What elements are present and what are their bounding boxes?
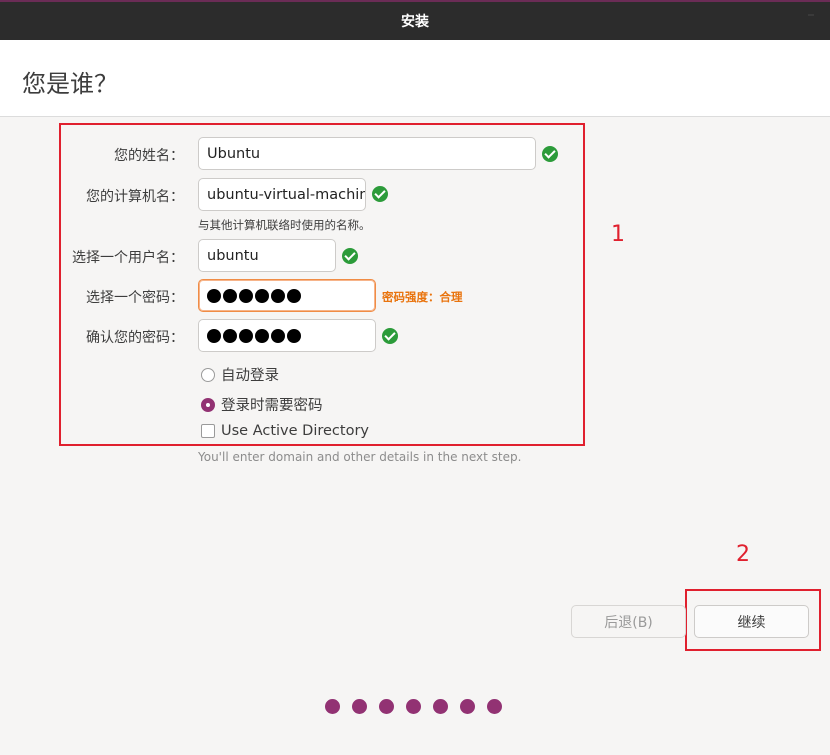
require-password-radio[interactable] [201, 397, 215, 412]
minimize-icon[interactable] [804, 14, 818, 28]
confirm-label: 确认您的密码： [86, 330, 184, 346]
page-title: 您是谁？ [22, 70, 118, 98]
name-value: Ubuntu [207, 145, 261, 162]
name-field[interactable]: Ubuntu [198, 137, 536, 170]
progress-dot [406, 699, 421, 714]
auto-login-label: 自动登录 [221, 368, 279, 384]
active-directory-hint: You'll enter domain and other details in… [198, 450, 522, 464]
password-field[interactable] [198, 279, 376, 312]
computer-ok-icon [372, 186, 388, 202]
auto-login-radio[interactable] [201, 367, 215, 382]
confirm-ok-icon [382, 328, 398, 344]
username-ok-icon [342, 248, 358, 264]
annotation-label-1: 1 [611, 222, 625, 247]
computer-hint: 与其他计算机联络时使用的名称。 [198, 218, 371, 232]
active-directory-checkbox[interactable] [201, 424, 215, 438]
username-value: ubuntu [207, 247, 259, 264]
computer-field[interactable]: ubuntu-virtual-machine [198, 178, 366, 211]
progress-dot [433, 699, 448, 714]
auto-login-option[interactable]: 自动登录 [201, 364, 279, 385]
progress-dot [460, 699, 475, 714]
progress-dot [379, 699, 394, 714]
back-button[interactable]: 后退(B) [571, 605, 686, 638]
annotation-label-2: 2 [736, 542, 750, 567]
password-label: 选择一个密码： [86, 290, 184, 306]
progress-dot [487, 699, 502, 714]
name-ok-icon [542, 146, 558, 162]
window-title: 安装 [401, 14, 429, 30]
password-mask [207, 288, 301, 303]
password-strength: 密码强度：合理 [382, 290, 463, 304]
computer-value: ubuntu-virtual-machine [207, 186, 366, 203]
confirm-password-field[interactable] [198, 319, 376, 352]
active-directory-option[interactable]: Use Active Directory [201, 423, 369, 439]
page-header: 您是谁？ [0, 40, 830, 117]
progress-dot [325, 699, 340, 714]
confirm-password-mask [207, 328, 301, 343]
name-label: 您的姓名： [114, 148, 184, 164]
require-password-label: 登录时需要密码 [221, 398, 323, 414]
require-password-option[interactable]: 登录时需要密码 [201, 394, 323, 415]
progress-dots [325, 699, 502, 714]
window-titlebar: 安装 [0, 0, 830, 40]
username-label: 选择一个用户名： [72, 250, 184, 266]
computer-label: 您的计算机名： [86, 189, 184, 205]
username-field[interactable]: ubuntu [198, 239, 336, 272]
continue-button[interactable]: 继续 [694, 605, 809, 638]
active-directory-label: Use Active Directory [221, 423, 369, 439]
progress-dot [352, 699, 367, 714]
